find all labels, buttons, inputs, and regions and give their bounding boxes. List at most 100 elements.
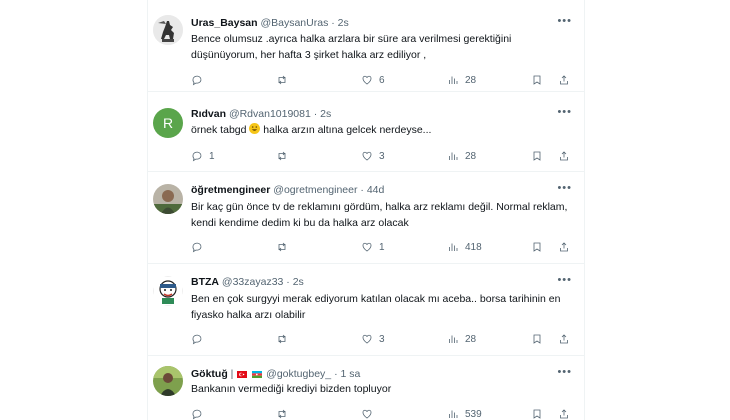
- knight-statue-icon: [153, 15, 183, 45]
- user-handle[interactable]: @goktugbey_: [266, 368, 331, 380]
- like-count: 3: [379, 333, 385, 345]
- user-handle[interactable]: @Rdvan1019081: [229, 108, 311, 120]
- retweet-button[interactable]: [276, 331, 294, 347]
- avatar[interactable]: [153, 15, 183, 45]
- more-options-icon[interactable]: •••: [557, 15, 572, 27]
- more-options-icon[interactable]: •••: [557, 106, 572, 118]
- views-button[interactable]: 418: [447, 239, 482, 255]
- avatar[interactable]: [153, 276, 183, 306]
- share-button[interactable]: [558, 148, 570, 164]
- tweet-text: Bence olumsuz .ayrıca halka arzlara bir …: [191, 33, 512, 61]
- tweet-header: Rıdvan @Rdvan1019081 · 2s: [191, 106, 570, 122]
- bookmark-button[interactable]: [531, 239, 543, 255]
- bookmark-button[interactable]: [531, 406, 543, 420]
- retweet-button[interactable]: [276, 72, 294, 88]
- reply-button[interactable]: [191, 239, 209, 255]
- display-name[interactable]: Rıdvan: [191, 108, 226, 120]
- bookmark-button[interactable]: [531, 72, 543, 88]
- share-button[interactable]: [558, 72, 570, 88]
- tweet-reply[interactable]: Uras_Baysan @BaysanUras · 2s ••• Bence o…: [148, 0, 584, 92]
- like-count: 3: [379, 150, 385, 162]
- bookmark-button[interactable]: [531, 148, 543, 164]
- analytics-icon: [449, 410, 458, 418]
- reply-button[interactable]: [191, 72, 209, 88]
- tweet-actions: 1 3 28: [191, 148, 572, 164]
- analytics-icon: [449, 243, 458, 251]
- heart-icon: [362, 75, 372, 85]
- retweet-button[interactable]: [276, 406, 294, 420]
- tweet-text-part: halka arzın altına gelcek nerdeyse...: [260, 124, 432, 136]
- timestamp[interactable]: 2s: [338, 17, 349, 29]
- user-handle[interactable]: @ogretmengineer: [273, 184, 357, 196]
- timestamp[interactable]: 2s: [320, 108, 331, 120]
- more-options-icon[interactable]: •••: [557, 366, 572, 378]
- tweet-reply[interactable]: Göktuğ | @goktugbey_ · 1 sa ••• Bankanın…: [148, 356, 584, 420]
- share-icon: [560, 334, 568, 344]
- tweet-reply[interactable]: öğretmengineer @ogretmengineer · 44d •••…: [148, 172, 584, 264]
- analytics-icon: [449, 152, 458, 160]
- user-handle[interactable]: @33zayaz33: [222, 276, 283, 288]
- like-button[interactable]: [361, 406, 379, 420]
- reply-button[interactable]: [191, 331, 209, 347]
- user-handle[interactable]: @BaysanUras: [260, 17, 328, 29]
- retweet-icon: [278, 409, 286, 419]
- more-options-icon[interactable]: •••: [557, 182, 572, 194]
- display-name[interactable]: öğretmengineer: [191, 184, 270, 196]
- heart-icon: [362, 409, 372, 419]
- share-icon: [560, 242, 568, 252]
- timestamp[interactable]: 44d: [367, 184, 385, 196]
- avatar[interactable]: [153, 366, 183, 396]
- retweet-icon: [278, 75, 286, 85]
- tweet-reply[interactable]: R Rıdvan @Rdvan1019081 · 2s ••• örnek ta…: [148, 92, 584, 172]
- bookmark-icon: [533, 75, 541, 85]
- tweet-actions: 539: [191, 406, 572, 420]
- timestamp[interactable]: 2s: [293, 276, 304, 288]
- tweet-reply[interactable]: BTZA @33zayaz33 · 2s ••• Ben en çok surg…: [148, 264, 584, 356]
- retweet-button[interactable]: [276, 239, 294, 255]
- views-button[interactable]: 28: [447, 72, 476, 88]
- bookmark-button[interactable]: [531, 331, 543, 347]
- like-count: 6: [379, 74, 385, 86]
- avatar[interactable]: [153, 184, 183, 214]
- person-photo-icon: [153, 184, 183, 214]
- retweet-icon: [278, 334, 286, 344]
- reply-button[interactable]: 1: [191, 148, 215, 164]
- outdoor-photo-icon: [153, 366, 183, 396]
- tweet-text: Ben en çok surgyyi merak ediyorum katıla…: [191, 293, 561, 321]
- tweet-header: Uras_Baysan @BaysanUras · 2s: [191, 15, 570, 31]
- share-button[interactable]: [558, 331, 570, 347]
- retweet-button[interactable]: [276, 148, 294, 164]
- display-name[interactable]: Uras_Baysan: [191, 17, 258, 29]
- views-button[interactable]: 28: [447, 148, 476, 164]
- separator-dot: ·: [313, 108, 318, 120]
- timestamp[interactable]: 1 sa: [340, 368, 360, 380]
- reply-icon: [192, 334, 202, 345]
- like-button[interactable]: 3: [361, 331, 385, 347]
- like-button[interactable]: 1: [361, 239, 385, 255]
- cartoon-character-icon: [153, 276, 183, 306]
- azerbaijan-flag-icon: [252, 371, 263, 378]
- tweet-header: Göktuğ | @goktugbey_ · 1 sa: [191, 366, 570, 382]
- like-button[interactable]: 6: [361, 72, 385, 88]
- tweet-header: BTZA @33zayaz33 · 2s: [191, 274, 570, 290]
- display-name[interactable]: Göktuğ: [191, 368, 228, 380]
- avatar[interactable]: R: [153, 108, 183, 138]
- share-button[interactable]: [558, 239, 570, 255]
- bookmark-icon: [533, 334, 541, 344]
- share-button[interactable]: [558, 406, 570, 420]
- display-name[interactable]: BTZA: [191, 276, 219, 288]
- views-button[interactable]: 539: [447, 406, 482, 420]
- like-button[interactable]: 3: [361, 148, 385, 164]
- views-button[interactable]: 28: [447, 331, 476, 347]
- share-icon: [560, 151, 568, 161]
- separator-dot: ·: [360, 184, 364, 196]
- turkey-flag-icon: [237, 371, 248, 378]
- reply-count: 1: [209, 150, 215, 162]
- name-separator: |: [230, 368, 234, 380]
- view-count: 28: [465, 333, 477, 345]
- like-count: 1: [379, 241, 385, 253]
- view-count: 418: [465, 241, 482, 253]
- bookmark-icon: [533, 242, 541, 252]
- more-options-icon[interactable]: •••: [557, 274, 572, 286]
- reply-button[interactable]: [191, 406, 209, 420]
